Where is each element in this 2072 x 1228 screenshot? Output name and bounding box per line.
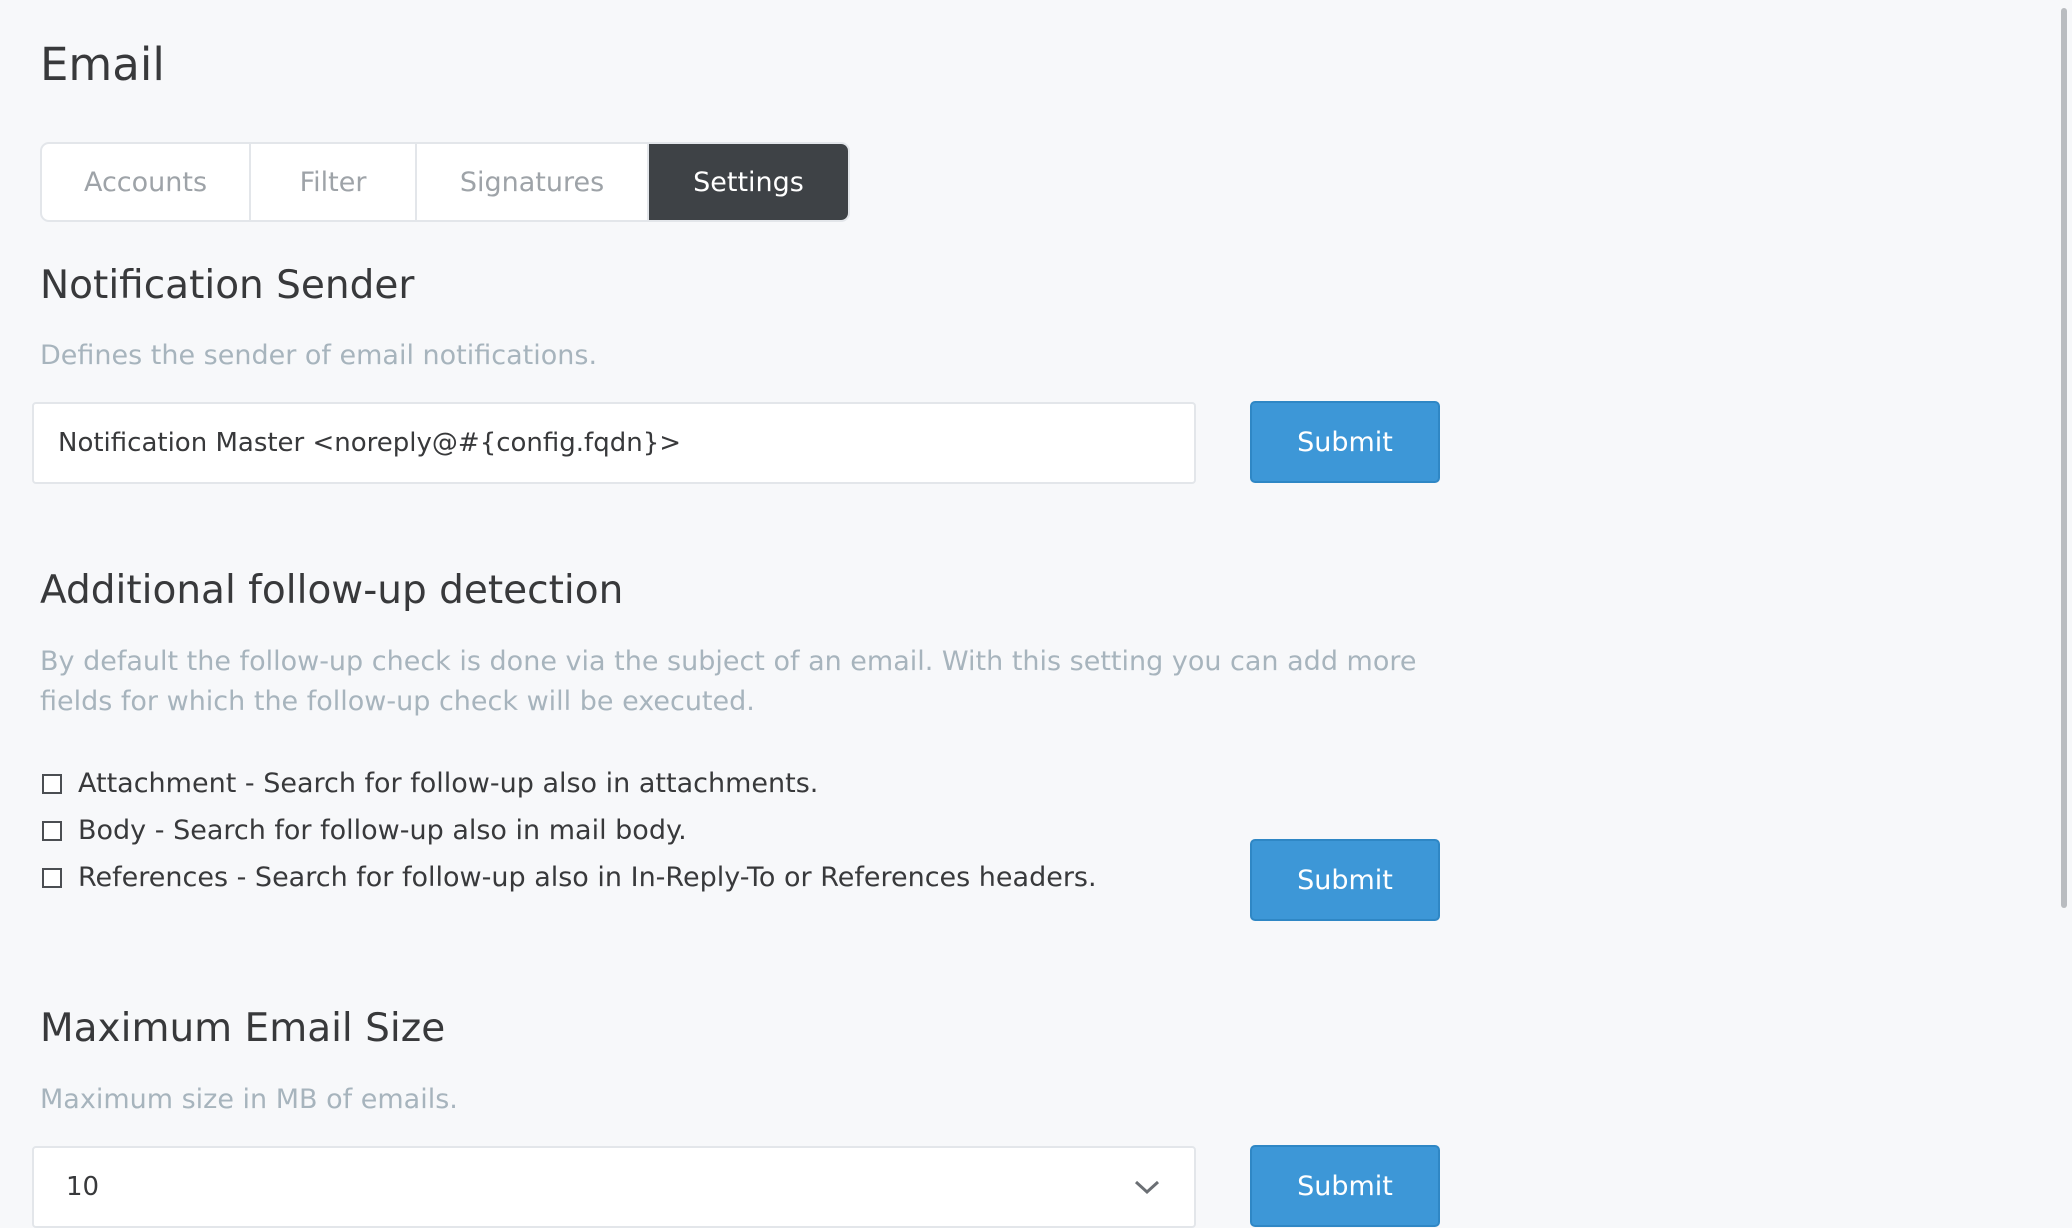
notification-sender-submit-button[interactable]: Submit	[1250, 401, 1440, 483]
max-size-select[interactable]: 10	[32, 1146, 1196, 1228]
max-size-title: Maximum Email Size	[40, 1006, 446, 1051]
max-size-description: Maximum size in MB of emails.	[40, 1084, 458, 1115]
notification-sender-input[interactable]	[32, 402, 1196, 484]
references-checkbox[interactable]	[42, 867, 62, 888]
page-title: Email	[40, 38, 165, 91]
followup-title: Additional follow-up detection	[40, 568, 624, 613]
max-size-selected-value: 10	[66, 1172, 100, 1202]
tab-accounts[interactable]: Accounts	[42, 144, 251, 220]
followup-description: By default the follow-up check is done v…	[40, 646, 1417, 717]
page: Email Accounts Filter Signatures Setting…	[0, 0, 2056, 1228]
followup-option-body: Body - Search for follow-up also in mail…	[42, 815, 687, 846]
tab-settings[interactable]: Settings	[649, 144, 848, 220]
tab-bar: Accounts Filter Signatures Settings	[40, 142, 850, 222]
body-checkbox-label[interactable]: Body - Search for follow-up also in mail…	[78, 815, 687, 846]
followup-option-attachment: Attachment - Search for follow-up also i…	[42, 768, 818, 799]
notification-sender-title: Notification Sender	[40, 263, 415, 308]
scrollbar-thumb[interactable]	[2061, 8, 2067, 908]
attachment-checkbox[interactable]	[42, 773, 62, 794]
body-checkbox[interactable]	[42, 820, 62, 841]
attachment-checkbox-label[interactable]: Attachment - Search for follow-up also i…	[78, 768, 818, 799]
tab-filter[interactable]: Filter	[251, 144, 417, 220]
followup-option-references: References - Search for follow-up also i…	[42, 862, 1097, 893]
scrollbar[interactable]	[2056, 0, 2072, 1200]
tab-signatures[interactable]: Signatures	[417, 144, 649, 220]
references-checkbox-label[interactable]: References - Search for follow-up also i…	[78, 862, 1097, 893]
chevron-down-icon	[1134, 1180, 1160, 1195]
max-size-submit-button[interactable]: Submit	[1250, 1145, 1440, 1227]
followup-submit-button[interactable]: Submit	[1250, 839, 1440, 921]
notification-sender-description: Defines the sender of email notification…	[40, 340, 598, 371]
